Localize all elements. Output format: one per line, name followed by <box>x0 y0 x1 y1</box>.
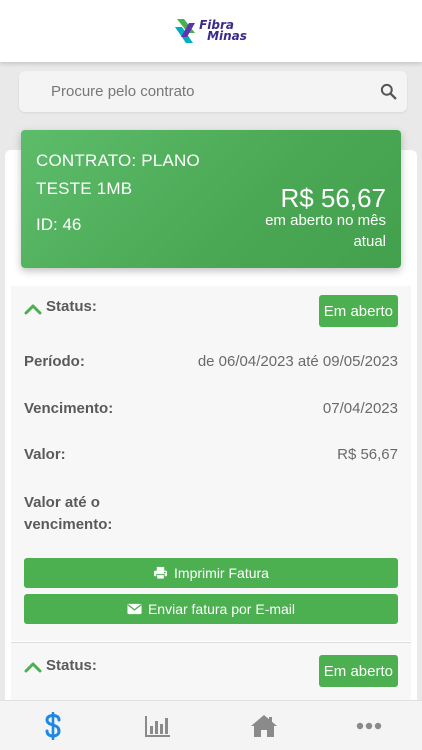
nav-item-more[interactable] <box>317 701 422 750</box>
logo: Fibra Minas <box>175 17 247 45</box>
logo-mark-icon <box>175 19 196 43</box>
print-invoice-button[interactable]: Imprimir Fatura <box>24 558 398 588</box>
invoice-card: Status: Em aberto Período: de 06/04/2023… <box>11 286 411 641</box>
value-label: Valor: <box>24 446 66 463</box>
value-amount: R$ 56,67 <box>337 446 398 463</box>
nav-item-usage[interactable] <box>106 701 212 750</box>
home-icon <box>250 714 277 737</box>
status-badge: Em aberto <box>318 655 398 687</box>
chevron-up-icon[interactable] <box>24 303 42 315</box>
invoice-card: Status: Em aberto <box>11 643 411 700</box>
logo-line-2: Minas <box>207 29 247 43</box>
contract-card[interactable]: CONTRATO: PLANO TESTE 1MB ID: 46 R$ 56,6… <box>21 130 401 268</box>
value-until-due-label: Valor até o vencimento: <box>24 494 113 533</box>
chevron-up-icon[interactable] <box>24 661 42 673</box>
email-invoice-label: Enviar fatura por E-mail <box>147 601 296 617</box>
search-input[interactable] <box>19 71 359 112</box>
envelope-icon <box>127 603 142 615</box>
email-invoice-button[interactable]: Enviar fatura por E-mail <box>24 594 398 624</box>
due-date-label: Vencimento: <box>24 400 114 417</box>
search-icon[interactable] <box>380 83 397 100</box>
contract-id: ID: 46 <box>36 215 82 234</box>
period-value: de 06/04/2023 até 09/05/2023 <box>197 353 398 370</box>
period-label: Período: <box>24 353 85 370</box>
search-bar[interactable] <box>19 71 407 112</box>
status-label: Status: <box>46 657 97 674</box>
contract-title: CONTRATO: PLANO TESTE 1MB <box>36 151 200 198</box>
logo-text: Fibra Minas <box>199 19 247 43</box>
nav-item-home[interactable] <box>211 701 317 750</box>
dollar-icon <box>45 711 61 740</box>
contract-amount-note: em aberto no mês atual <box>265 212 386 250</box>
printer-icon <box>154 566 168 580</box>
print-invoice-label: Imprimir Fatura <box>174 565 269 581</box>
status-label: Status: <box>46 298 97 315</box>
due-date-value: 07/04/2023 <box>322 400 398 417</box>
more-icon <box>357 722 382 729</box>
app-header: Fibra Minas <box>0 0 422 62</box>
bottom-nav <box>0 700 422 750</box>
status-badge: Em aberto <box>318 295 398 327</box>
chart-icon <box>145 715 171 737</box>
nav-item-billing[interactable] <box>0 701 106 750</box>
